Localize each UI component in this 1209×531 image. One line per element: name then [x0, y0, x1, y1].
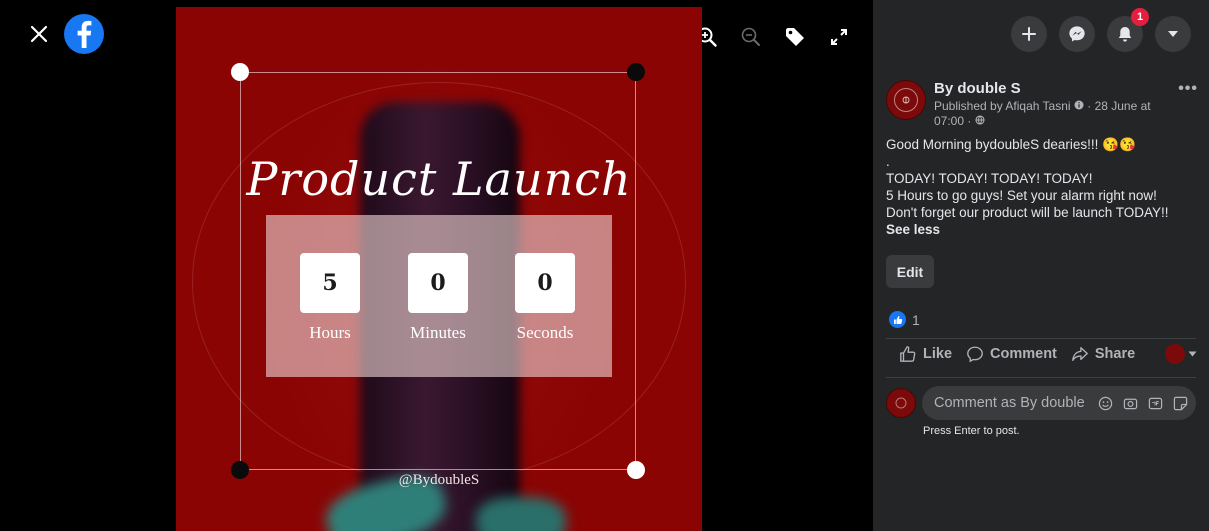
- reaction-count: 1: [912, 311, 920, 328]
- page-avatar[interactable]: [886, 80, 926, 120]
- post-text-line: Don't forget our product will be launch …: [886, 205, 1169, 220]
- countdown-hours-value: 5: [300, 253, 360, 313]
- like-button[interactable]: Like: [899, 345, 952, 363]
- notification-badge: 1: [1131, 8, 1149, 26]
- fullscreen-icon[interactable]: [826, 24, 852, 50]
- byline-author[interactable]: Published by Afiqah Tasni: [934, 99, 1071, 113]
- comment-label: Comment: [990, 346, 1057, 362]
- like-label: Like: [923, 346, 953, 362]
- globe-icon: [975, 115, 985, 125]
- page-name[interactable]: By double S: [934, 80, 1166, 97]
- commenter-avatar[interactable]: [886, 388, 916, 418]
- more-options-icon[interactable]: •••: [1174, 80, 1198, 129]
- countdown-minutes-label: Minutes: [410, 323, 466, 342]
- mini-avatar: [1165, 344, 1185, 364]
- post-text: Good Morning bydoubleS dearies!!! 😘😘 . T…: [886, 136, 1198, 238]
- bell-icon: [1118, 26, 1132, 42]
- post-byline: Published by Afiqah Tasni · 28 June at 0…: [934, 99, 1166, 129]
- kiss-emoji: 😘😘: [1102, 137, 1136, 152]
- post-header-text: By double S Published by Afiqah Tasni · …: [934, 80, 1166, 129]
- notifications-button[interactable]: 1: [1107, 8, 1149, 52]
- viewer-toolbar: [694, 24, 852, 50]
- comment-composer: [886, 386, 1196, 420]
- create-button[interactable]: [1011, 16, 1047, 52]
- comment-button[interactable]: Comment: [966, 345, 1057, 363]
- emoji-icon[interactable]: [1097, 395, 1113, 411]
- like-reaction-icon: [889, 311, 906, 328]
- frame-handle: [231, 63, 249, 81]
- info-icon[interactable]: [1074, 100, 1084, 110]
- brand-logo-icon: [894, 88, 918, 112]
- post-text-line: .: [886, 154, 890, 169]
- messenger-button[interactable]: [1059, 16, 1095, 52]
- byline-date[interactable]: · 28 June at: [1087, 99, 1150, 113]
- post-side-panel: 1 By double S Published by Afiqah Tasni …: [873, 0, 1209, 531]
- byline-time[interactable]: 07:00 ·: [934, 114, 971, 128]
- countdown-panel: 5 0 0 Hours Minutes Seconds: [266, 215, 612, 377]
- comment-box[interactable]: [922, 386, 1196, 420]
- countdown-hours-label: Hours: [309, 323, 351, 342]
- reaction-summary[interactable]: 1: [889, 311, 920, 328]
- brand-handle: @BydoubleS: [398, 472, 480, 488]
- post-text-line: 5 Hours to go guys! Set your alarm right…: [886, 188, 1157, 203]
- share-icon: [1072, 347, 1088, 361]
- messenger-icon: [1069, 26, 1085, 42]
- comment-icon: [967, 346, 983, 363]
- product-launch-title: Product Launch: [246, 152, 632, 206]
- countdown-seconds-label: Seconds: [516, 323, 574, 342]
- close-icon[interactable]: [28, 23, 50, 45]
- plus-icon: [1022, 27, 1036, 41]
- post-header: By double S Published by Afiqah Tasni · …: [886, 80, 1198, 129]
- account-menu-button[interactable]: [1155, 16, 1191, 52]
- tag-icon[interactable]: [782, 24, 808, 50]
- post-text-line: Good Morning bydoubleS dearies!!! 😘😘: [886, 136, 1198, 153]
- divider: [886, 338, 1196, 339]
- post-as-selector[interactable]: [1165, 344, 1197, 364]
- press-enter-hint: Press Enter to post.: [923, 425, 1020, 437]
- facebook-logo-icon[interactable]: [64, 14, 104, 54]
- countdown-seconds-value: 0: [515, 253, 575, 313]
- camera-icon[interactable]: [1122, 395, 1138, 411]
- caret-down-icon: [1168, 31, 1178, 37]
- post-text-line: TODAY! TODAY! TODAY! TODAY!: [886, 171, 1093, 186]
- top-nav: 1: [1011, 8, 1191, 52]
- photo-decoration: [476, 497, 566, 531]
- thumbs-up-icon: [900, 346, 916, 362]
- caret-down-icon: [1188, 351, 1197, 357]
- zoom-out-icon[interactable]: [738, 24, 764, 50]
- share-label: Share: [1094, 346, 1136, 362]
- post-text-greeting: Good Morning bydoubleS dearies!!!: [886, 137, 1099, 152]
- share-button[interactable]: Share: [1071, 345, 1135, 363]
- divider: [886, 377, 1196, 378]
- photo-viewer: Product Launch 5 0 0 Hours Minutes Secon…: [0, 0, 873, 531]
- frame-handle: [627, 63, 645, 81]
- post-photo[interactable]: Product Launch 5 0 0 Hours Minutes Secon…: [176, 7, 702, 531]
- sticker-icon[interactable]: [1172, 395, 1188, 411]
- see-less-link[interactable]: See less: [886, 221, 1198, 238]
- post-actions: Like Comment Share: [899, 344, 1197, 364]
- viewer-top-left: [28, 14, 104, 54]
- countdown-minutes-value: 0: [408, 253, 468, 313]
- edit-button[interactable]: Edit: [886, 255, 934, 288]
- gif-icon[interactable]: [1147, 395, 1163, 411]
- comment-input[interactable]: [934, 395, 1088, 411]
